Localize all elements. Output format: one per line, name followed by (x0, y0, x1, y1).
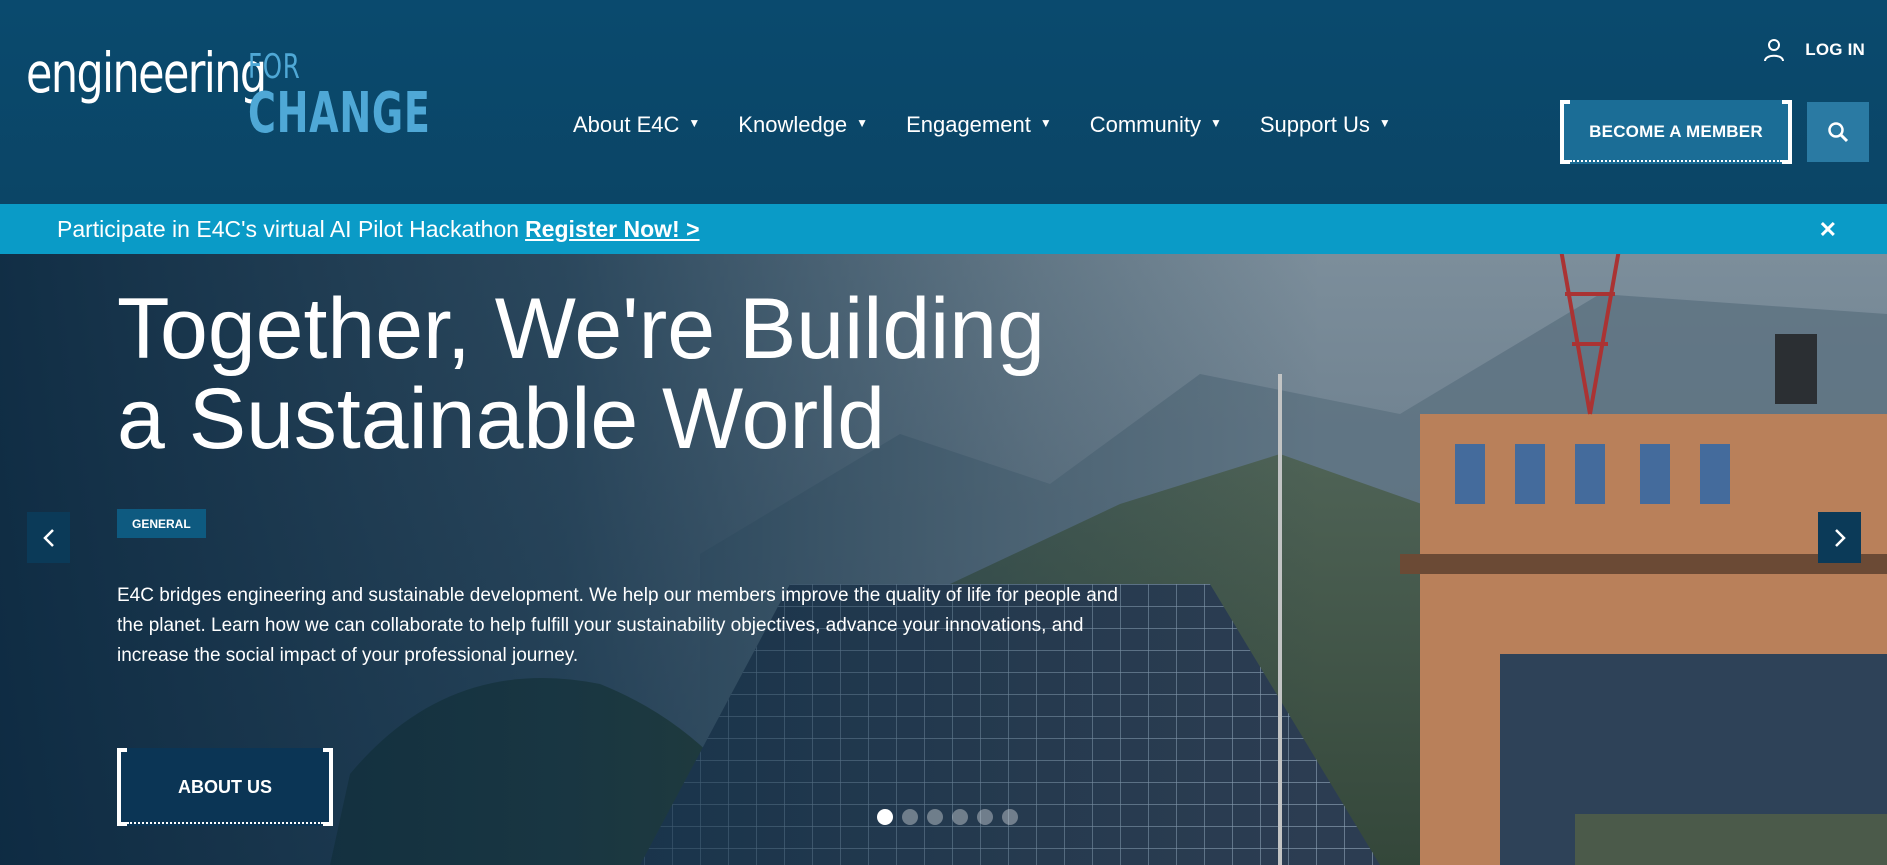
user-icon (1764, 39, 1785, 62)
carousel-prev-button[interactable] (27, 512, 70, 563)
login-link[interactable]: LOG IN (1763, 38, 1865, 62)
nav-item-support[interactable]: Support Us ▼ (1260, 112, 1391, 138)
site-header: engineering FOR CHANGE About E4C ▼ Knowl… (0, 0, 1887, 204)
logo-wordmark-change: CHANGE (248, 81, 431, 146)
caret-down-icon: ▼ (1209, 116, 1222, 130)
nav-item-label: Community (1089, 112, 1201, 137)
logo-wordmark-for: FOR (248, 47, 301, 87)
nav-item-knowledge[interactable]: Knowledge ▼ (738, 112, 868, 138)
hero-description: E4C bridges engineering and sustainable … (117, 585, 1118, 666)
announcement-banner: Participate in E4C's virtual AI Pilot Ha… (0, 204, 1887, 254)
about-us-button[interactable]: ABOUT US (117, 748, 333, 826)
logo-secondary[interactable]: FOR CHANGE (248, 50, 516, 142)
banner-text: Participate in E4C's virtual AI Pilot Ha… (57, 215, 520, 242)
login-label: LOG IN (1805, 40, 1865, 59)
carousel-dot[interactable] (977, 809, 993, 825)
nav-item-about[interactable]: About E4C ▼ (573, 112, 700, 138)
logo-wordmark-engineering: engineering (26, 41, 267, 105)
nav-item-community[interactable]: Community ▼ (1090, 112, 1222, 138)
caret-down-icon: ▼ (688, 116, 701, 130)
nav-item-label: Engagement (906, 112, 1031, 137)
search-icon (1828, 122, 1849, 143)
register-now-link[interactable]: Register Now! > (525, 216, 699, 242)
search-button[interactable] (1807, 102, 1869, 162)
nav-item-label: Support Us (1259, 112, 1370, 137)
hero-carousel: Together, We're Building a Sustainable W… (0, 254, 1887, 865)
caret-down-icon: ▼ (856, 116, 869, 130)
hero-title-line2: a Sustainable World (117, 371, 886, 467)
nav-item-engagement[interactable]: Engagement ▼ (906, 112, 1052, 138)
caret-down-icon: ▼ (1039, 116, 1052, 130)
hero-title: Together, We're Building a Sustainable W… (117, 284, 1117, 464)
banner-message: Participate in E4C's virtual AI Pilot Ha… (57, 216, 700, 243)
carousel-dot[interactable] (952, 809, 968, 825)
carousel-dot[interactable] (927, 809, 943, 825)
category-tag[interactable]: GENERAL (117, 509, 206, 538)
become-member-label: BECOME A MEMBER (1589, 122, 1763, 141)
main-nav: About E4C ▼ Knowledge ▼ Engagement ▼ Com… (573, 112, 1429, 138)
carousel-dots (877, 809, 1027, 825)
nav-item-label: Knowledge (738, 112, 848, 137)
chevron-left-icon (42, 528, 54, 547)
carousel-dot[interactable] (902, 809, 918, 825)
chevron-right-icon (1834, 528, 1846, 547)
about-us-label: ABOUT US (178, 776, 272, 797)
carousel-dot[interactable] (877, 809, 893, 825)
carousel-next-button[interactable] (1818, 512, 1861, 563)
become-member-button[interactable]: BECOME A MEMBER (1560, 100, 1792, 164)
close-icon[interactable]: ✕ (1819, 217, 1837, 243)
hero-title-line1: Together, We're Building (117, 281, 1045, 377)
carousel-dot[interactable] (1002, 809, 1018, 825)
nav-item-label: About E4C (573, 112, 680, 137)
caret-down-icon: ▼ (1378, 116, 1391, 130)
